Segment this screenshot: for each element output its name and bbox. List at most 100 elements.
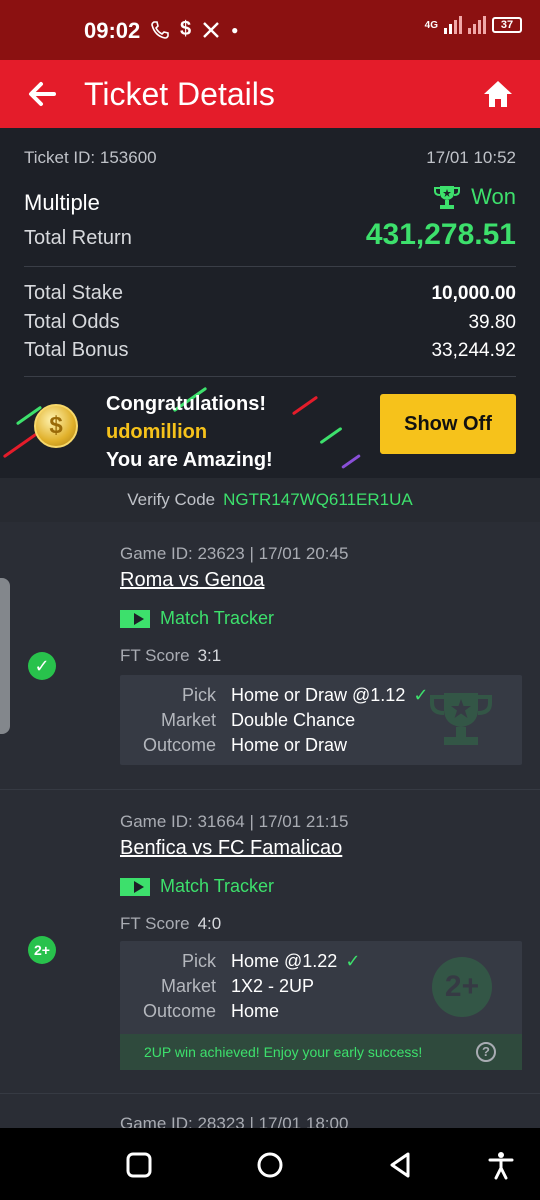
match-tracker-label: Match Tracker — [160, 608, 275, 628]
total-bonus-value: 33,244.92 — [431, 340, 516, 361]
verify-label: Verify Code — [127, 490, 216, 509]
dot-icon: ● — [231, 22, 239, 37]
match-tracker-icon — [120, 877, 150, 896]
total-bonus-row: Total Bonus 33,244.92 — [24, 339, 516, 362]
x-icon — [203, 21, 219, 38]
edge-panel-handle[interactable] — [0, 578, 10, 734]
total-odds-row: Total Odds 39.80 — [24, 311, 516, 334]
won-label: Won — [471, 184, 516, 209]
divider — [24, 376, 516, 377]
market-value: 1X2 - 2UP — [231, 976, 315, 996]
total-stake-label: Total Stake — [24, 282, 123, 304]
match-tracker-link[interactable]: Match Tracker — [120, 608, 274, 629]
congrats-line1: Congratulations! — [106, 393, 266, 415]
pick-text: Home or Draw @1.12 — [231, 685, 406, 705]
twoup-badge-icon: 2+ — [28, 936, 56, 964]
pick-value: Home @1.22 ✓ — [231, 951, 360, 972]
verify-code-row: Verify Code NGTR147WQ611ER1UA — [0, 478, 540, 522]
twoup-note-text: 2UP win achieved! Enjoy your early succe… — [144, 1044, 423, 1060]
phone-icon — [151, 20, 169, 39]
status-bar: 09:02 $ ● 4G 37 — [0, 0, 540, 60]
ft-label: FT Score — [120, 646, 190, 665]
game-id: Game ID: 31664 | 17/01 21:15 — [120, 812, 349, 831]
coin-icon: $ — [34, 404, 78, 448]
verify-code[interactable]: NGTR147WQ611ER1UA — [223, 490, 413, 510]
home-nav-button[interactable] — [255, 1150, 285, 1180]
system-nav-bar — [0, 1128, 540, 1200]
outcome-label: Outcome — [142, 1001, 216, 1021]
pick-value: Home or Draw @1.12 ✓ — [231, 685, 428, 706]
ft-score-value: 3:1 — [197, 646, 222, 665]
pick-label: Pick — [181, 685, 216, 705]
game-teams[interactable]: Roma vs Genoa — [120, 569, 265, 592]
pick-text: Home @1.22 — [231, 951, 338, 971]
check-icon: ✓ — [345, 951, 361, 971]
won-check-icon: ✓ — [28, 652, 56, 680]
ft-score: FT Score 4:0 — [120, 914, 221, 934]
total-return-label: Total Return — [24, 227, 132, 249]
confetti-streak — [319, 426, 343, 445]
recents-button[interactable] — [124, 1150, 154, 1180]
match-tracker-icon — [120, 609, 150, 628]
total-return-row: Total Return 431,278.51 — [24, 218, 516, 252]
game-id: Game ID: 23623 | 17/01 20:45 — [120, 544, 349, 563]
check-icon: ✓ — [413, 685, 429, 705]
total-return-value: 431,278.51 — [365, 218, 516, 251]
back-button[interactable] — [24, 76, 60, 112]
game-card: Game ID: 28323 | 17/01 18:00 — [0, 1094, 540, 1128]
total-stake-value: 10,000.00 — [431, 283, 516, 304]
ticket-type: Multiple — [24, 190, 100, 215]
status-time: 09:02 — [84, 18, 141, 43]
signal-icon-2 — [468, 16, 486, 34]
outcome-value: Home — [231, 1001, 280, 1021]
status-right: 4G 37 — [425, 16, 522, 34]
ft-score-value: 4:0 — [197, 914, 222, 933]
congrats-text: Congratulations! udomillion You are Amaz… — [106, 390, 273, 474]
market-label: Market — [160, 976, 216, 996]
confetti-streak — [2, 432, 38, 459]
network-type: 4G — [424, 19, 438, 31]
back-nav-button[interactable] — [386, 1150, 416, 1180]
outcome-label: Outcome — [142, 735, 216, 755]
game-card: Game ID: 23623 | 17/01 20:45 Roma vs Gen… — [0, 522, 540, 790]
page-title: Ticket Details — [84, 76, 275, 112]
ticket-status: Won — [433, 184, 516, 210]
market-value: Double Chance — [231, 710, 356, 730]
game-card: Game ID: 31664 | 17/01 21:15 Benfica vs … — [0, 790, 540, 1094]
status-icons: $ ● — [150, 18, 238, 41]
home-button[interactable] — [480, 76, 516, 112]
signal-icon — [444, 16, 462, 34]
help-icon[interactable]: ? — [476, 1042, 496, 1062]
app-bar: Ticket Details — [0, 60, 540, 128]
pick-box: Pick Home or Draw @1.12 ✓ Market Double C… — [120, 675, 522, 765]
match-tracker-link[interactable]: Match Tracker — [120, 876, 274, 897]
game-teams[interactable]: Benfica vs FC Famalicao — [120, 837, 342, 860]
trophy-icon — [434, 186, 461, 209]
ft-score: FT Score 3:1 — [120, 646, 221, 666]
twoup-watermark-icon: 2+ — [432, 957, 492, 1017]
s-app-icon: $ — [180, 18, 192, 40]
total-odds-value: 39.80 — [468, 312, 516, 333]
accessibility-icon[interactable] — [486, 1150, 516, 1180]
ticket-type-row: Multiple Won — [24, 184, 516, 216]
ticket-id: Ticket ID: 153600 — [24, 148, 157, 167]
pick-label: Pick — [181, 951, 216, 971]
divider — [24, 266, 516, 267]
outcome-value: Home or Draw — [231, 735, 348, 755]
ticket-header-row: Ticket ID: 153600 17/01 10:52 — [24, 148, 516, 168]
total-stake-row: Total Stake 10,000.00 — [24, 282, 516, 305]
battery-icon: 37 — [492, 17, 522, 33]
congrats-username: udomillion — [106, 421, 208, 443]
match-tracker-label: Match Tracker — [160, 876, 275, 896]
total-bonus-label: Total Bonus — [24, 339, 129, 361]
congrats-banner: $ Congratulations! udomillion You are Am… — [0, 384, 540, 478]
game-id: Game ID: 28323 | 17/01 18:00 — [120, 1114, 349, 1128]
market-label: Market — [160, 710, 216, 730]
total-odds-label: Total Odds — [24, 311, 120, 333]
twoup-note: 2UP win achieved! Enjoy your early succe… — [120, 1034, 522, 1070]
ticket-date: 17/01 10:52 — [426, 148, 516, 167]
confetti-streak — [291, 395, 319, 416]
confetti-streak — [341, 453, 361, 470]
ft-label: FT Score — [120, 914, 190, 933]
show-off-button[interactable]: Show Off — [380, 394, 516, 454]
